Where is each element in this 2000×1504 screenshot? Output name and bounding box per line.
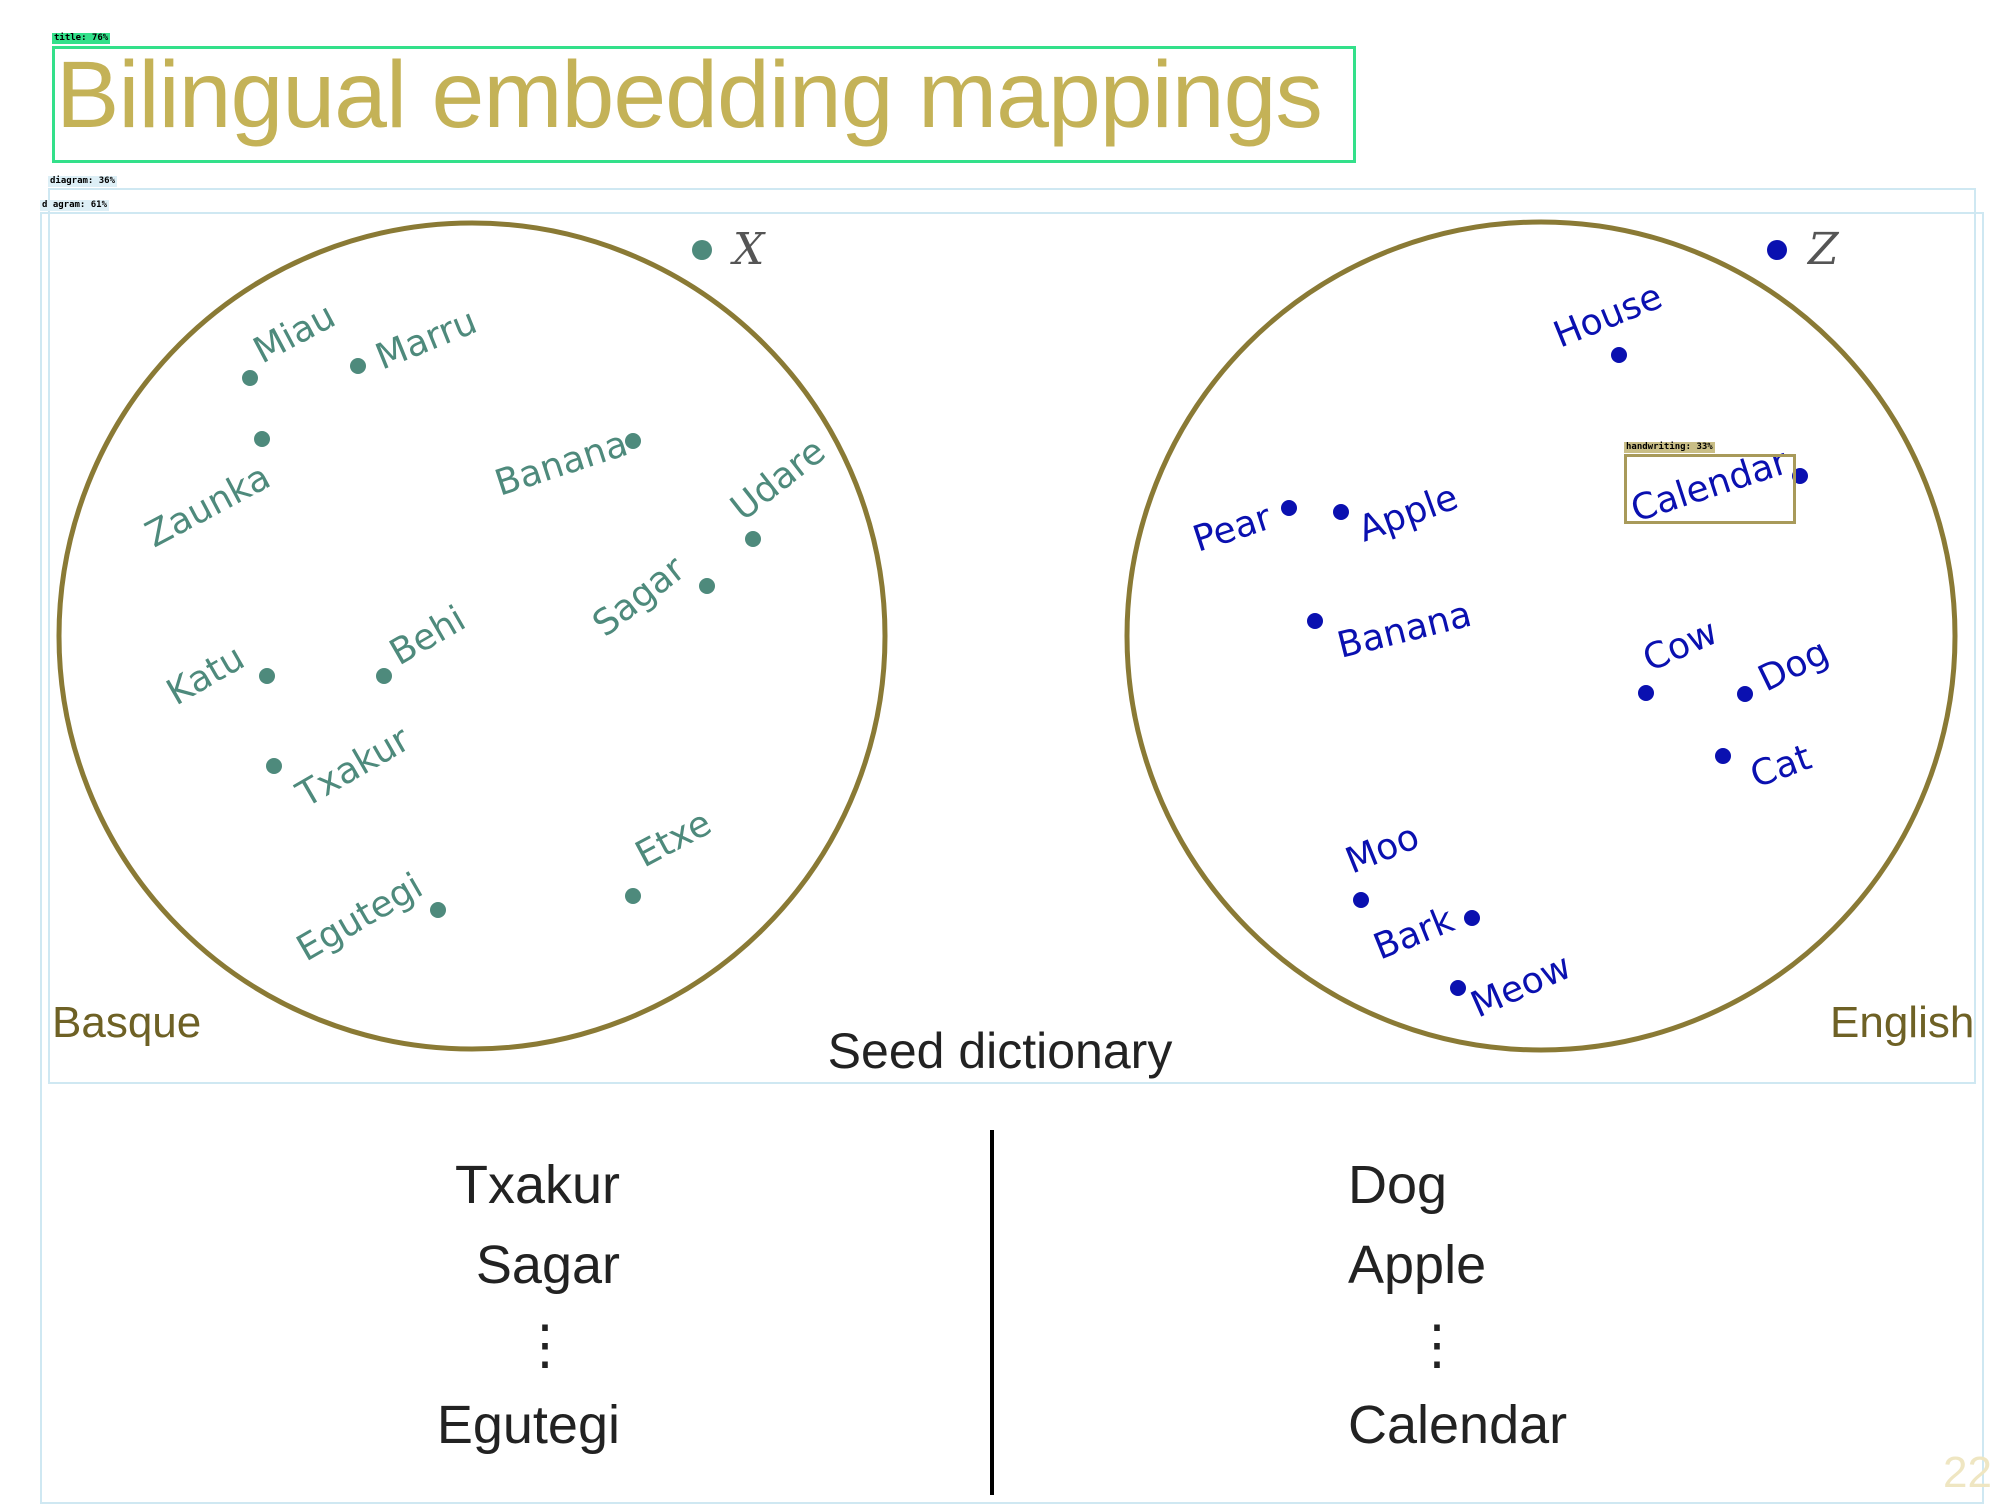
seed-dictionary-divider (990, 1130, 994, 1495)
point-udare (745, 531, 761, 547)
word-moo: Moo (1340, 816, 1425, 882)
dict-entry-basque: Sagar (475, 1235, 620, 1295)
word-zaunka: Zaunka (139, 457, 277, 556)
dict-entry-english: Apple (1348, 1235, 1487, 1295)
basque-space-symbol: X (730, 224, 766, 275)
word-egutegi: Egutegi (290, 866, 430, 970)
point-moo (1353, 892, 1369, 908)
point-cow (1638, 685, 1654, 701)
point-miau (242, 370, 258, 386)
english-space-circle (1124, 219, 1958, 1053)
word-banana-eu: Banana (490, 423, 633, 504)
handwriting-annotation-tag: handwriting: 33% (1624, 442, 1715, 453)
word-etxe: Etxe (629, 803, 718, 876)
word-sagar: Sagar (585, 548, 693, 645)
word-banana-en: Banana (1333, 594, 1475, 667)
point-cat (1715, 748, 1731, 764)
word-katu: Katu (160, 637, 251, 713)
word-apple: Apple (1353, 477, 1463, 551)
word-txakur: Txakur (289, 719, 417, 816)
point-dog (1737, 686, 1753, 702)
english-space-marker (1767, 240, 1787, 260)
point-meow (1450, 980, 1466, 996)
dict-entry-basque: Egutegi (436, 1395, 620, 1455)
seed-dictionary-basque-column: Txakur Sagar ⋮ Egutegi (437, 1145, 620, 1465)
point-house (1611, 347, 1627, 363)
word-house: House (1548, 276, 1668, 356)
point-banana-en (1307, 613, 1323, 629)
basque-space-circle (56, 220, 888, 1052)
word-miau: Miau (247, 295, 342, 372)
word-pear: Pear (1188, 497, 1276, 561)
point-pear (1281, 500, 1297, 516)
handwriting-annotation-box (1624, 454, 1796, 524)
point-etxe (625, 888, 641, 904)
word-behi: Behi (383, 598, 472, 673)
seed-dictionary-title: Seed dictionary (827, 1023, 1173, 1079)
dict-entry-english: Dog (1348, 1155, 1448, 1215)
dict-ellipsis-english: ⋮ (1410, 1315, 1464, 1375)
word-dog: Dog (1752, 631, 1835, 700)
point-egutegi (430, 902, 446, 918)
point-bark (1464, 910, 1480, 926)
english-space-symbol: Z (1806, 224, 1840, 275)
embedding-spaces-diagram: X Miau Marru Zaunka Banana Udare Sagar K… (56, 219, 1958, 1053)
word-marru: Marru (370, 301, 483, 378)
word-cow: Cow (1637, 612, 1724, 681)
point-apple (1333, 504, 1349, 520)
word-cat: Cat (1745, 737, 1817, 796)
word-meow: Meow (1465, 946, 1577, 1026)
point-sagar (699, 578, 715, 594)
dict-entry-english: Calendar (1348, 1395, 1568, 1455)
point-katu (259, 668, 275, 684)
seed-dictionary-english-column: Dog Apple ⋮ Calendar (1348, 1145, 1567, 1465)
dict-ellipsis-basque: ⋮ (518, 1315, 572, 1375)
point-marru (350, 358, 366, 374)
page-number: 22 (1943, 1448, 1992, 1497)
dict-entry-basque: Txakur (454, 1155, 620, 1215)
basque-space-marker (692, 240, 712, 260)
word-udare: Udare (723, 431, 833, 529)
point-behi (376, 668, 392, 684)
point-zaunka (254, 431, 270, 447)
word-bark: Bark (1368, 899, 1460, 968)
point-txakur (266, 758, 282, 774)
